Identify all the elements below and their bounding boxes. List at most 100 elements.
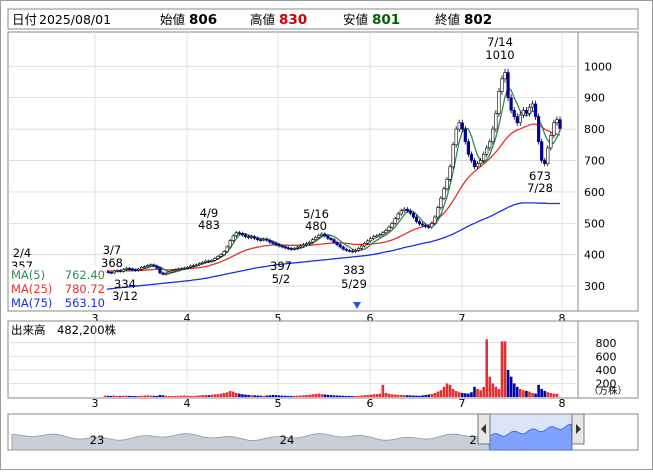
navigator-right-handle[interactable] [571, 413, 585, 445]
candle-body [524, 109, 529, 114]
volume-bar [497, 388, 501, 397]
volume-bar [259, 395, 263, 397]
candle-body [228, 240, 232, 248]
volume-bar [341, 395, 345, 397]
candle-body [533, 103, 538, 117]
volume-bar [238, 393, 241, 397]
volume-bar [302, 395, 305, 397]
volume-bar [500, 341, 504, 397]
volume-x-tick: 5 [275, 397, 282, 410]
candle-body [124, 267, 128, 270]
candle-body [537, 116, 541, 142]
candle-body [384, 229, 388, 234]
price-y-tick: 1000 [584, 60, 612, 73]
volume-bar [256, 395, 259, 397]
volume-bar [375, 393, 379, 397]
volume-bar [528, 391, 531, 397]
volume-bar [338, 395, 342, 397]
volume-bar [381, 384, 385, 397]
candle-body [109, 272, 113, 274]
volume-bar [289, 395, 293, 397]
volume-bar [344, 395, 348, 397]
candle-body [136, 268, 141, 271]
candle-body [289, 248, 293, 250]
volume-bar [176, 395, 180, 397]
volume-bar [549, 392, 553, 397]
volume-bar [146, 395, 150, 397]
candle-body [115, 270, 119, 272]
candle-body [304, 243, 309, 245]
volume-bar [357, 395, 360, 397]
volume-bar [311, 394, 314, 397]
candle-body [323, 233, 327, 237]
volume-bar [231, 391, 235, 397]
candle-body [381, 232, 385, 235]
open-label: 始値 [160, 12, 185, 27]
volume-bar [409, 395, 412, 397]
volume-bar [351, 396, 354, 397]
chart-svg: 日付 2025/08/01 始値 806 高値 830 安値 801 終値 80… [0, 0, 653, 470]
volume-bar [384, 392, 388, 397]
volume-bar [470, 392, 473, 397]
candle-body [408, 210, 412, 214]
volume-bar [354, 395, 357, 397]
volume-bar [448, 384, 452, 397]
candle-body [176, 268, 180, 271]
volume-x-tick: 3 [92, 397, 99, 410]
volume-x-tick: 4 [184, 397, 191, 410]
volume-bar [522, 390, 525, 397]
candle-body [543, 160, 547, 164]
candle-body [433, 216, 437, 224]
candle-body [442, 188, 446, 199]
candle-body [164, 272, 168, 275]
volume-bar [418, 395, 421, 397]
candle-body [201, 261, 205, 264]
candle-body [283, 246, 287, 249]
candle-body [225, 246, 229, 252]
close-label: 終値 [435, 12, 460, 27]
candle-body [390, 223, 394, 228]
candle-body [329, 238, 333, 240]
candle-body [143, 266, 147, 268]
candle-body [411, 212, 416, 218]
navigator-left-handle[interactable] [477, 413, 491, 445]
annotation-date: 3/7 [103, 243, 122, 257]
candle-body [191, 265, 196, 267]
candle-body [338, 244, 342, 248]
volume-bar [482, 386, 485, 397]
volume-bar [128, 395, 131, 397]
candle-body [521, 109, 525, 116]
ma75-label: MA(75) [11, 296, 52, 310]
price-y-tick: 800 [584, 123, 605, 136]
candle-body [237, 232, 241, 235]
candle-body [140, 267, 144, 270]
volume-bar [125, 395, 128, 397]
volume-bar [326, 394, 330, 397]
price-y-tick: 700 [584, 155, 605, 168]
candle-body [430, 223, 434, 228]
candle-body [195, 264, 199, 267]
volume-bar [201, 395, 205, 397]
volume-bar [387, 393, 391, 397]
candle-body [515, 116, 519, 124]
candle-body [265, 238, 269, 241]
volume-y-ticks: 200400600800 [596, 337, 617, 391]
low-label: 安値 [343, 12, 368, 27]
candle-body [482, 153, 486, 161]
volume-bar [207, 395, 211, 397]
volume-bar [161, 395, 165, 397]
candle-body [475, 163, 480, 168]
volume-bar [134, 396, 137, 397]
candle-body [222, 251, 226, 256]
candle-body [344, 248, 348, 251]
volume-bar [442, 386, 446, 397]
stock-chart-widget: 日付 2025/08/01 始値 806 高値 830 安値 801 終値 80… [0, 0, 653, 470]
volume-bar [393, 394, 397, 397]
high-value: 830 [279, 12, 307, 28]
volume-bar [262, 395, 266, 397]
candle-body [405, 208, 409, 212]
low-value: 801 [372, 12, 400, 28]
volume-bar [332, 395, 336, 397]
candle-body [268, 239, 272, 243]
ma25-value: 780.72 [65, 282, 105, 296]
